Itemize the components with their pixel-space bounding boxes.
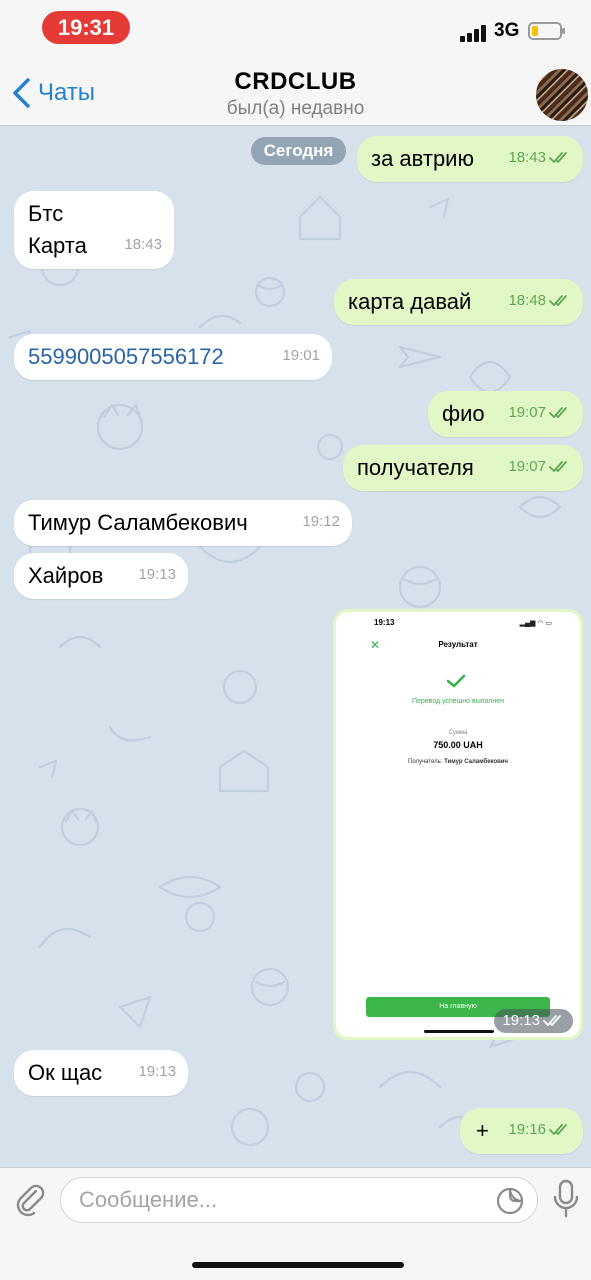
message-time: 18:43 [124,236,162,253]
receipt-home-indicator [424,1030,494,1033]
message-incoming[interactable]: Тимур Саламбекович 19:12 [14,500,352,546]
receipt-status-time: 19:13 [374,618,395,627]
home-indicator[interactable] [192,1262,404,1268]
status-bar: 19:31 3G [0,0,591,56]
message-text: Ок щас [28,1060,103,1085]
message-text: Тимур Саламбекович [28,510,248,535]
battery-icon [528,22,565,40]
message-incoming[interactable]: Бтс Карта 18:43 [14,191,174,269]
message-meta: 18:48 [508,285,571,317]
double-check-icon [549,407,567,418]
message-input-field[interactable] [60,1177,538,1223]
message-text: + [476,1118,489,1143]
avatar[interactable] [536,69,588,121]
chat-header: Чаты CRDCLUB был(а) недавно [0,56,591,126]
message-text: Хайров [28,563,104,588]
back-button[interactable]: Чаты [10,76,95,110]
signal-icon [460,24,490,42]
message-text: фио [442,401,485,426]
message-text: карта давай [348,289,472,314]
message-text: за автрию [371,146,474,171]
message-time: 19:16 [508,1121,546,1138]
status-time[interactable]: 19:31 [42,11,130,44]
message-time: 19:07 [508,404,546,421]
double-check-icon [543,1015,561,1026]
message-composer [0,1167,591,1280]
receipt-amount-label: Сумма [448,730,468,736]
receipt-amount: 750.00 UAH [433,740,483,750]
photo-message[interactable]: 19:13 ▂▄▆ ◠ ▭ ✕ Результат Перевод успешн… [333,609,583,1040]
message-meta: 19:01 [282,340,320,372]
back-label: Чаты [38,79,96,106]
paperclip-icon[interactable] [12,1181,48,1217]
date-separator: Сегодня [251,137,346,165]
double-check-icon [549,461,567,472]
message-text: получателя [357,455,474,480]
message-incoming[interactable]: 5599005057556172 19:01 [14,334,332,380]
card-number-link[interactable]: 5599005057556172 [28,344,224,369]
message-meta: 19:07 [508,397,571,429]
message-meta: 19:13 [138,1056,176,1088]
message-time: 19:13 [502,1012,540,1029]
message-meta: 19:13 [494,1009,573,1033]
receipt-status-icons: ▂▄▆ ◠ ▭ [519,620,552,627]
message-outgoing[interactable]: за автрию 18:43 [357,136,583,182]
message-meta: 18:43 [124,229,162,261]
microphone-icon[interactable] [552,1179,580,1219]
message-outgoing[interactable]: получателя 19:07 [343,445,583,491]
message-meta: 18:43 [508,142,571,174]
double-check-icon [549,295,567,306]
message-meta: 19:16 [508,1114,571,1146]
double-check-icon [549,1124,567,1135]
message-incoming[interactable]: Хайров 19:13 [14,553,188,599]
message-outgoing[interactable]: + 19:16 [460,1108,583,1154]
chevron-left-icon [13,78,30,108]
receipt-recipient-name: Тимур Саламбекович [444,759,508,765]
message-time: 19:13 [138,566,176,583]
sticker-icon[interactable] [495,1186,525,1216]
message-input[interactable] [79,1184,479,1216]
message-outgoing[interactable]: карта давай 18:48 [334,279,583,325]
network-type: 3G [494,20,520,41]
payment-receipt-image: 19:13 ▂▄▆ ◠ ▭ ✕ Результат Перевод успешн… [336,612,580,1037]
double-check-icon [549,152,567,163]
message-meta: 19:07 [508,451,571,483]
receipt-recipient-label: Получатель: [408,759,443,765]
chat-title: CRDCLUB [234,68,357,95]
receipt-recipient: Получатель: Тимур Саламбекович [336,759,580,765]
message-meta: 19:13 [138,559,176,591]
receipt-status: Перевод успешно выполнен [411,698,505,705]
message-time: 19:01 [282,347,320,364]
chat-title-area[interactable]: CRDCLUB был(а) недавно [150,68,441,120]
message-text-line: Бтс [28,201,64,226]
message-list[interactable]: Сегодня за автрию 18:43 Бтс Карта 18:43 … [0,127,591,1167]
message-time: 18:48 [508,292,546,309]
message-time: 19:13 [138,1063,176,1080]
message-incoming[interactable]: Ок щас 19:13 [14,1050,188,1096]
message-time: 19:12 [302,513,340,530]
message-meta: 19:12 [302,506,340,538]
message-outgoing[interactable]: фио 19:07 [428,391,583,437]
last-seen-status: был(а) недавно [226,98,365,119]
checkmark-icon [446,674,466,688]
message-time: 19:07 [508,458,546,475]
message-time: 18:43 [508,149,546,166]
receipt-title: Результат [438,640,478,649]
